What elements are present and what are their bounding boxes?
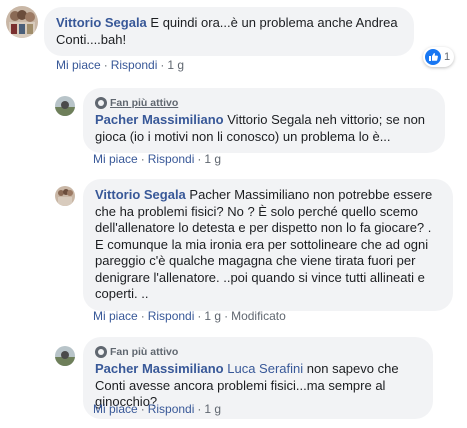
like-button[interactable]: Mi piace [93, 402, 138, 416]
avatar[interactable] [55, 186, 75, 206]
avatar[interactable] [6, 6, 38, 38]
comment-bubble: Vittorio Segala Pacher Massimiliano non … [83, 179, 453, 311]
reaction-count[interactable]: 1 [423, 47, 455, 67]
avatar[interactable] [55, 96, 75, 116]
badge-icon [95, 346, 107, 358]
comment-actions: Mi piace · Rispondi · 1 g · Modificato [93, 309, 286, 323]
avatar[interactable] [55, 346, 75, 366]
like-button[interactable]: Mi piace [56, 58, 101, 72]
comment-author[interactable]: Pacher Massimiliano [95, 112, 224, 127]
comment-bubble: Fan più attivo Pacher Massimiliano Vitto… [83, 88, 445, 153]
timestamp[interactable]: 1 g [204, 309, 221, 323]
top-fan-badge[interactable]: Fan più attivo [95, 345, 421, 359]
timestamp[interactable]: 1 g [167, 58, 184, 72]
badge-icon [95, 97, 107, 109]
reply-button[interactable]: Rispondi [111, 58, 158, 72]
thumbs-up-icon [425, 49, 441, 65]
reply-button[interactable]: Rispondi [148, 152, 195, 166]
badge-label: Fan più attivo [110, 346, 179, 358]
like-button[interactable]: Mi piace [93, 309, 138, 323]
comment-text: Pacher Massimiliano non potrebbe essere … [95, 187, 433, 301]
reaction-number: 1 [444, 51, 451, 63]
reply-button[interactable]: Rispondi [148, 309, 195, 323]
edited-label[interactable]: Modificato [231, 309, 286, 323]
comment-actions: Mi piace · Rispondi · 1 g [93, 152, 222, 166]
comment-actions: Mi piace · Rispondi · 1 g [93, 402, 222, 416]
mention-link[interactable]: Luca Serafini [227, 361, 303, 376]
comment-bubble: Vittorio Segala E quindi ora...è un prob… [44, 7, 414, 56]
comment-author[interactable]: Pacher Massimiliano [95, 361, 224, 376]
comment-author[interactable]: Vittorio Segala [56, 15, 147, 30]
top-fan-badge[interactable]: Fan più attivo [95, 96, 433, 110]
badge-label: Fan più attivo [110, 97, 179, 109]
timestamp[interactable]: 1 g [204, 152, 221, 166]
like-button[interactable]: Mi piace [93, 152, 138, 166]
comment-actions: Mi piace · Rispondi · 1 g [56, 58, 185, 72]
timestamp[interactable]: 1 g [204, 402, 221, 416]
reply-button[interactable]: Rispondi [148, 402, 195, 416]
comment-author[interactable]: Vittorio Segala [95, 187, 186, 202]
